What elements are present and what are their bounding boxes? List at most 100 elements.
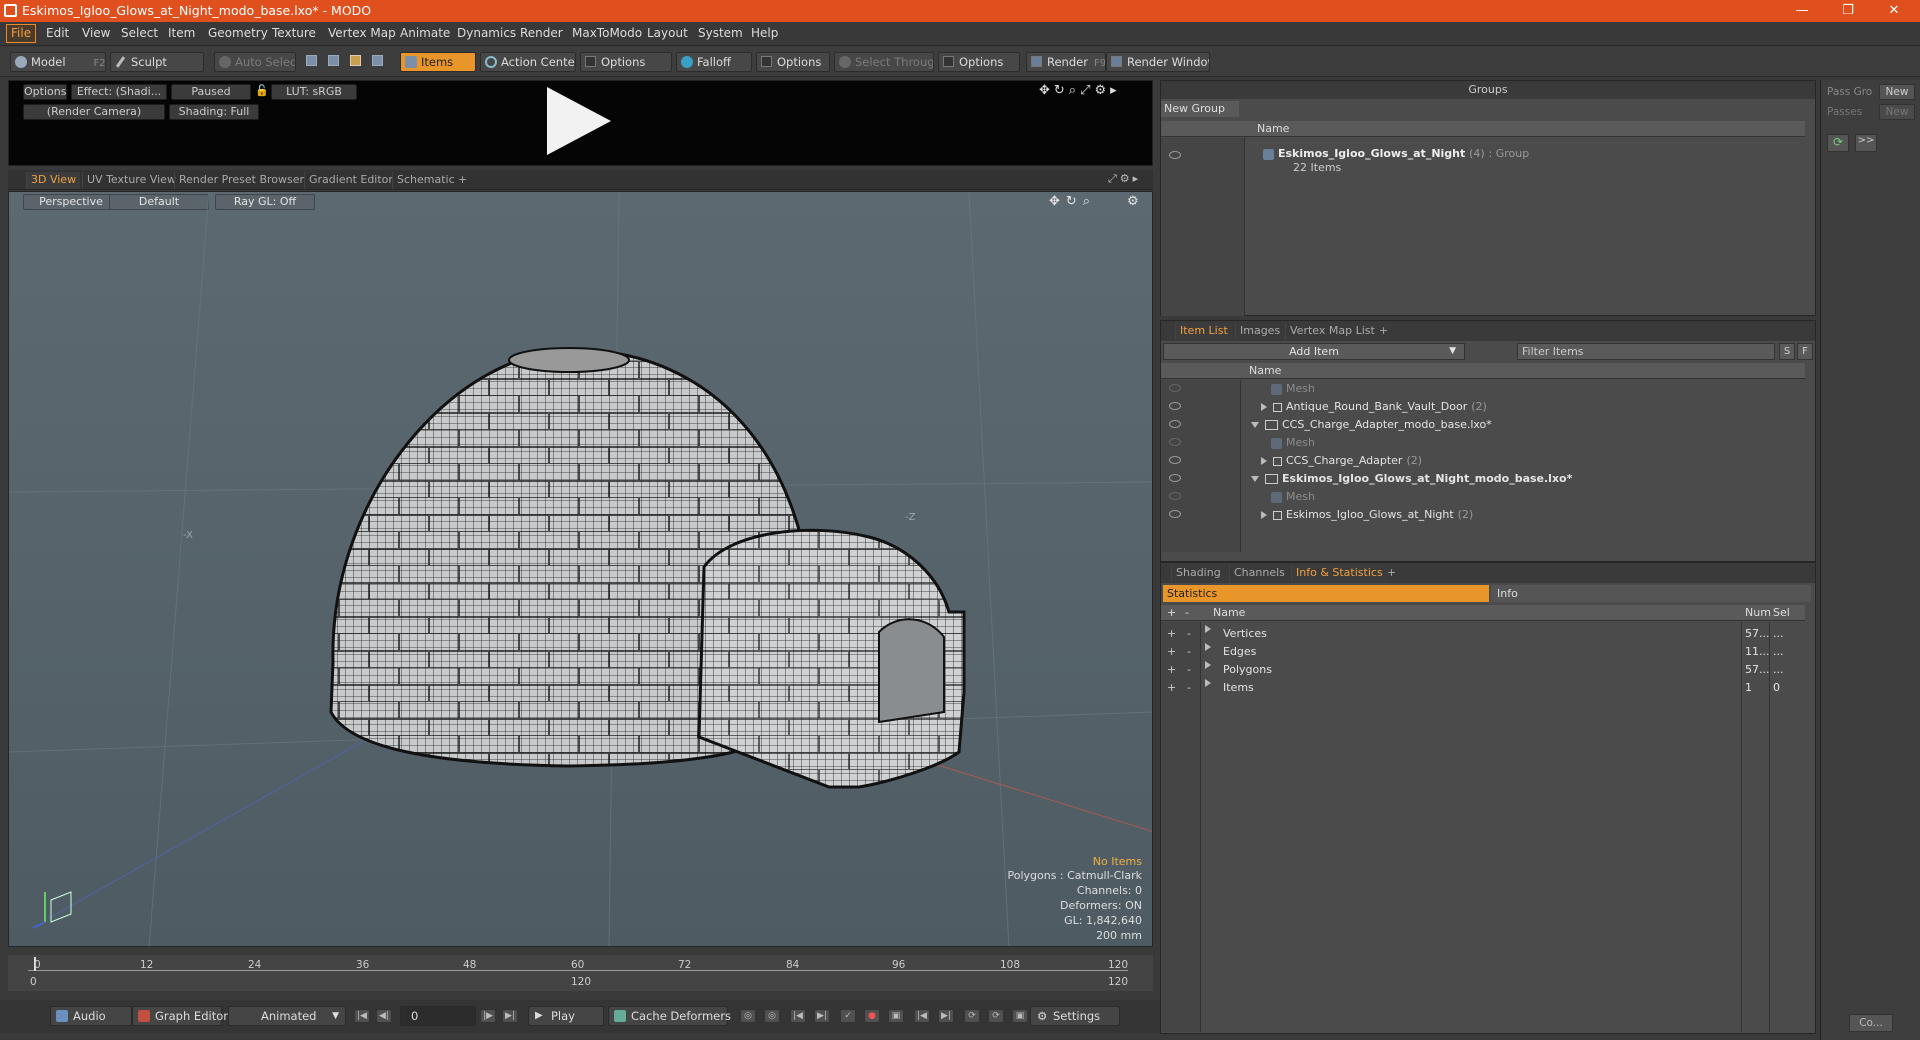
polygons-mode-icon[interactable] (350, 55, 361, 66)
num-column-header[interactable]: Num (1745, 605, 1771, 620)
expand-button[interactable]: >> (1855, 134, 1877, 152)
minimize-button[interactable]: — (1782, 1, 1822, 21)
expand-triangle-icon[interactable] (1261, 403, 1267, 411)
auto-key-icon[interactable]: ◎ (764, 1009, 780, 1023)
falloff-options-button[interactable]: Options (756, 52, 830, 72)
stat-row[interactable]: + - Vertices 57...... (1161, 625, 1805, 643)
expand-plus-icon[interactable]: + (1167, 679, 1176, 697)
visibility-eye-icon[interactable] (1169, 384, 1181, 392)
visibility-eye-icon[interactable] (1169, 474, 1181, 482)
go-to-start-icon[interactable]: |◀ (354, 1009, 370, 1023)
name-column-header[interactable]: Name (1249, 363, 1281, 378)
loop-icon[interactable]: ⟳ (964, 1009, 980, 1023)
menu-texture[interactable]: Texture (272, 26, 316, 40)
item-row[interactable]: Eskimos_Igloo_Glows_at_Night (2) (1161, 506, 1801, 523)
expand-plus-icon[interactable]: + (1167, 625, 1176, 643)
tab-vertex-map-list[interactable]: Vertex Map List (1285, 323, 1379, 340)
group-item-row[interactable]: Eskimos_Igloo_Glows_at_Night (4) : Group (1263, 147, 1529, 160)
model-mode-button[interactable]: Model F2 (10, 52, 106, 72)
tab-3d-view[interactable]: 3D View (26, 172, 81, 189)
tab-schematic[interactable]: Schematic (392, 172, 459, 189)
expand-triangle-icon[interactable] (1205, 661, 1211, 669)
visibility-eye-icon[interactable] (1169, 492, 1181, 500)
scene-row[interactable]: Eskimos_Igloo_Glows_at_Night_modo_base.l… (1161, 470, 1801, 487)
next-key-icon[interactable]: ▶| (814, 1009, 830, 1023)
audio-button[interactable]: Audio (50, 1006, 132, 1026)
stat-row[interactable]: + - Polygons 57...... (1161, 661, 1805, 679)
key-icon[interactable]: ◎ (740, 1009, 756, 1023)
sel-column-header[interactable]: Sel (1773, 605, 1790, 620)
key-filter-icon[interactable]: ▣ (888, 1009, 904, 1023)
filter-items-input[interactable]: Filter Items (1517, 343, 1775, 360)
stat-row[interactable]: + - Edges 11...... (1161, 643, 1805, 661)
menu-file[interactable]: File (6, 24, 37, 43)
menu-dynamics[interactable]: Dynamics (457, 26, 516, 40)
lock-icon[interactable]: 🔓 (255, 84, 269, 100)
sculpt-mode-button[interactable]: Sculpt (110, 52, 204, 72)
go-to-end-icon[interactable]: ▶| (502, 1009, 518, 1023)
mesh-row[interactable]: Mesh (1161, 434, 1801, 451)
render-nav-icons[interactable]: ✥↻⌕⤢⚙▸ (1039, 83, 1121, 98)
tab-channels[interactable]: Channels (1229, 565, 1289, 582)
menu-system[interactable]: System (698, 26, 743, 40)
menu-help[interactable]: Help (751, 26, 778, 40)
select-through-options-button[interactable]: Options (938, 52, 1020, 72)
tab-shading[interactable]: Shading (1171, 565, 1225, 582)
info-tab[interactable]: Info (1491, 585, 1811, 602)
add-item-dropdown[interactable]: Add Item ▼ (1163, 343, 1465, 360)
menu-edit[interactable]: Edit (46, 26, 69, 40)
add-tab-button[interactable]: + (1383, 565, 1400, 582)
scene-row[interactable]: CCS_Charge_Adapter_modo_base.lxo* (1161, 416, 1801, 433)
refresh-icon[interactable]: ⟳ (1827, 134, 1849, 152)
expand-plus-icon[interactable]: + (1167, 643, 1176, 661)
new-pass-button[interactable]: New (1879, 104, 1915, 120)
expand-plus-icon[interactable]: + (1167, 661, 1176, 679)
auto-select-button[interactable]: Auto Select (214, 52, 296, 72)
new-group-button[interactable]: New Group (1161, 101, 1239, 117)
step-forward-icon[interactable]: |▶ (480, 1009, 496, 1023)
new-pass-group-button[interactable]: New (1879, 84, 1915, 100)
maximize-button[interactable]: ❐ (1828, 1, 1868, 21)
graph-editor-button[interactable]: Graph Editor (132, 1006, 228, 1026)
cache-deformers-button[interactable]: Cache Deformers (608, 1006, 731, 1026)
expand-all-icon[interactable]: + (1167, 605, 1176, 620)
group-visibility-eye-icon[interactable] (1169, 151, 1181, 159)
lut-dropdown[interactable]: LUT: sRGB (271, 84, 357, 100)
collapse-minus-icon[interactable]: - (1187, 661, 1191, 679)
item-row[interactable]: Antique_Round_Bank_Vault_Door (2) (1161, 398, 1801, 415)
menu-geometry[interactable]: Geometry (208, 26, 268, 40)
tab-info-statistics[interactable]: Info & Statistics (1291, 565, 1387, 582)
next-range-icon[interactable]: ▶| (938, 1009, 954, 1023)
mesh-row[interactable]: Mesh (1161, 380, 1801, 397)
visibility-eye-icon[interactable] (1169, 456, 1181, 464)
shading-dropdown[interactable]: Shading: Full (169, 104, 259, 120)
menu-select[interactable]: Select (121, 26, 158, 40)
command-input[interactable]: Co... (1849, 1014, 1893, 1032)
items-mode-button[interactable]: Items (400, 52, 476, 72)
visibility-eye-icon[interactable] (1169, 420, 1181, 428)
play-render-icon[interactable] (547, 87, 611, 155)
collapse-all-icon[interactable]: - (1185, 605, 1189, 620)
tab-strip-controls[interactable]: ⤢⚙▸ (1108, 172, 1141, 186)
effect-dropdown[interactable]: Effect: (Shadi... (71, 84, 167, 100)
statistics-tab[interactable]: Statistics (1163, 585, 1489, 602)
item-row[interactable]: CCS_Charge_Adapter (2) (1161, 452, 1801, 469)
filter-s-button[interactable]: S (1779, 343, 1795, 360)
expand-triangle-icon[interactable] (1205, 643, 1211, 651)
menu-item[interactable]: Item (168, 26, 195, 40)
close-button[interactable]: ✕ (1874, 1, 1914, 21)
render-camera-dropdown[interactable]: (Render Camera) (23, 104, 165, 120)
materials-mode-icon[interactable] (372, 55, 383, 66)
record-icon[interactable]: ● (864, 1009, 880, 1023)
play-button[interactable]: ▶ Play (528, 1006, 604, 1026)
sync-icon[interactable]: ⟳ (988, 1009, 1004, 1023)
edges-mode-icon[interactable] (328, 55, 339, 66)
timeline[interactable]: 0 12 24 36 48 60 72 84 96 108 120 0 120 … (8, 955, 1153, 991)
visibility-eye-icon[interactable] (1169, 510, 1181, 518)
menu-animate[interactable]: Animate (400, 26, 450, 40)
menu-layout[interactable]: Layout (647, 26, 688, 40)
name-column-header[interactable]: Name (1213, 605, 1245, 620)
settings-button[interactable]: ⚙ Settings (1030, 1006, 1120, 1026)
collapse-minus-icon[interactable]: - (1187, 643, 1191, 661)
3d-viewport[interactable]: Perspective Default Ray GL: Off ✥↻⌕ ⚙ -X… (8, 191, 1153, 947)
